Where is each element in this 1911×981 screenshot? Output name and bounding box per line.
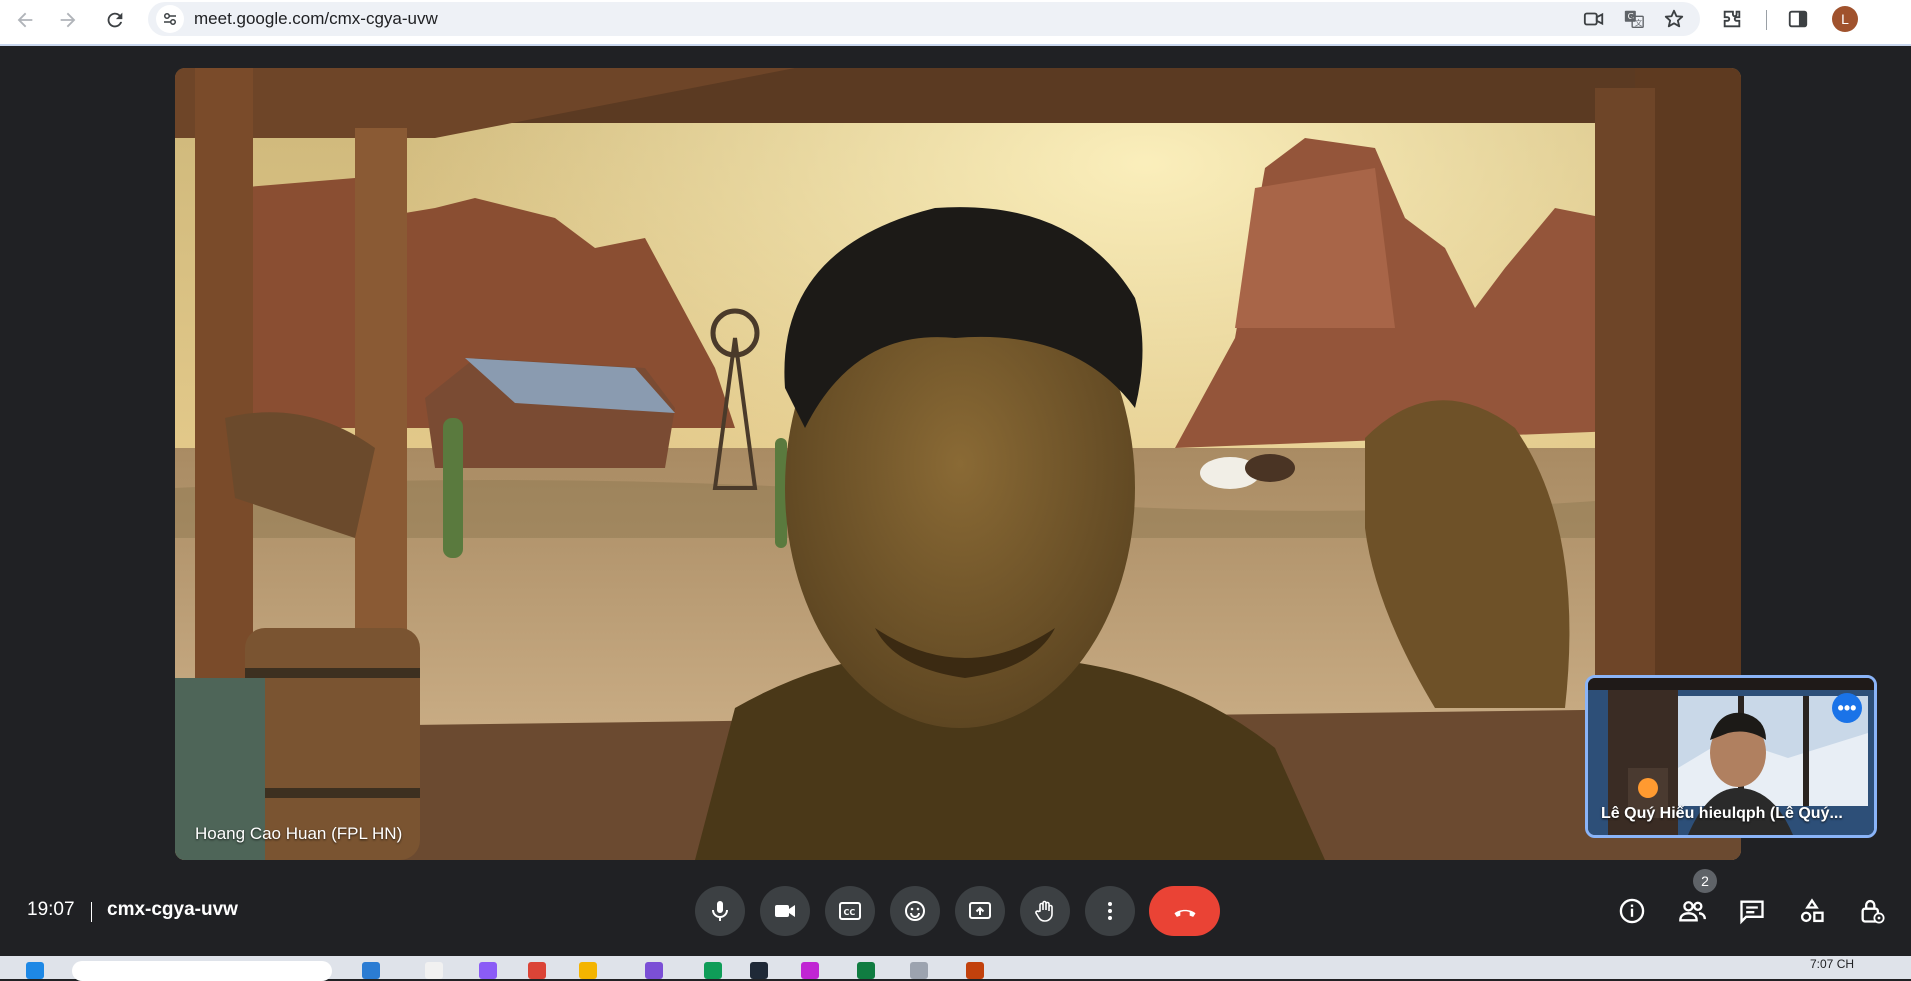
profile-avatar[interactable]: L xyxy=(1832,6,1858,32)
taskbar-app-icon[interactable] xyxy=(750,962,768,979)
main-video-feed xyxy=(175,68,1741,860)
time-code-separator xyxy=(91,902,92,922)
taskbar-app-icon[interactable] xyxy=(528,962,546,979)
taskbar-search[interactable] xyxy=(72,961,332,981)
taskbar-app-icon[interactable] xyxy=(857,962,875,979)
browser-toolbar: meet.google.com/cmx-cgya-uvw G文 L xyxy=(0,0,1911,46)
more-options-icon[interactable] xyxy=(1085,886,1135,936)
present-icon[interactable] xyxy=(955,886,1005,936)
taskbar-app-icon[interactable] xyxy=(645,962,663,979)
back-icon[interactable] xyxy=(10,5,40,35)
chat-icon[interactable] xyxy=(1735,894,1769,928)
host-controls-icon[interactable] xyxy=(1855,894,1889,928)
meeting-controls-bar: 19:07 cmx-cgya-uvw CC xyxy=(0,866,1911,956)
self-view-tile[interactable]: ••• Lê Quý Hiếu hieulqph (Lê Quý... xyxy=(1585,675,1877,838)
info-icon[interactable] xyxy=(1615,894,1649,928)
start-icon[interactable] xyxy=(26,962,44,979)
taskbar-app-icon[interactable] xyxy=(425,962,443,979)
participants-count-badge: 2 xyxy=(1693,869,1717,893)
side-panel-icon[interactable] xyxy=(1784,5,1812,33)
reload-icon[interactable] xyxy=(100,5,130,35)
captions-icon[interactable]: CC xyxy=(825,886,875,936)
taskbar-app-icon[interactable] xyxy=(704,962,722,979)
taskbar-app-icon[interactable] xyxy=(579,962,597,979)
forward-icon[interactable] xyxy=(53,5,83,35)
leave-call-icon[interactable] xyxy=(1149,886,1220,936)
os-taskbar: 7:07 CH xyxy=(0,956,1911,981)
video-camera-icon[interactable] xyxy=(1582,7,1606,31)
taskbar-app-icon[interactable] xyxy=(362,962,380,979)
site-info-icon[interactable] xyxy=(156,5,184,33)
taskbar-app-icon[interactable] xyxy=(479,962,497,979)
activities-icon[interactable] xyxy=(1795,894,1829,928)
more-options-self-button[interactable]: ••• xyxy=(1832,693,1862,723)
star-icon[interactable] xyxy=(1662,7,1686,31)
main-video-tile[interactable]: Hoang Cao Huan (FPL HN) xyxy=(175,68,1741,860)
taskbar-app-icon[interactable] xyxy=(966,962,984,979)
meeting-time: 19:07 xyxy=(27,899,75,920)
main-participant-name: Hoang Cao Huan (FPL HN) xyxy=(195,824,403,843)
taskbar-app-icon[interactable] xyxy=(801,962,819,979)
system-clock: 7:07 CH xyxy=(1810,957,1855,971)
meeting-code: cmx-cgya-uvw xyxy=(107,899,238,920)
svg-text:CC: CC xyxy=(844,908,856,917)
camera-icon[interactable] xyxy=(760,886,810,936)
people-icon[interactable] xyxy=(1675,894,1709,928)
self-participant-name: Lê Quý Hiếu hieulqph (Lê Quý... xyxy=(1601,805,1843,822)
translate-icon[interactable]: G文 xyxy=(1622,7,1646,31)
address-bar[interactable]: meet.google.com/cmx-cgya-uvw G文 xyxy=(148,2,1700,36)
mic-icon[interactable] xyxy=(695,886,745,936)
extensions-icon[interactable] xyxy=(1718,5,1746,33)
svg-text:文: 文 xyxy=(1635,18,1643,27)
raise-hand-icon[interactable] xyxy=(1020,886,1070,936)
url-text[interactable]: meet.google.com/cmx-cgya-uvw xyxy=(194,9,438,29)
toolbar-divider xyxy=(1766,10,1767,30)
taskbar-app-icon[interactable] xyxy=(910,962,928,979)
emoji-icon[interactable] xyxy=(890,886,940,936)
